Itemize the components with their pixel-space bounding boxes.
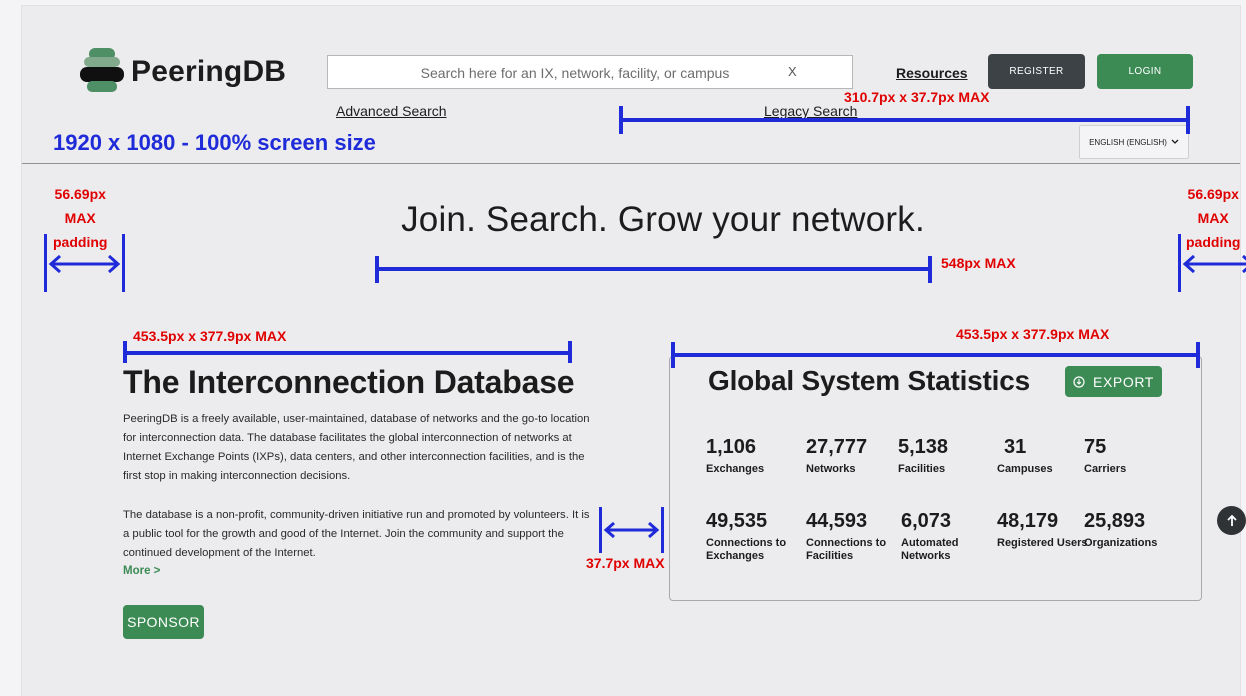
login-button[interactable]: LOGIN xyxy=(1097,54,1193,89)
stats-title: Global System Statistics xyxy=(708,365,1030,396)
stat-value: 75 xyxy=(1084,436,1107,458)
resources-link[interactable]: Resources xyxy=(896,65,968,81)
info-paragraph-2: The database is a non-profit, community-… xyxy=(123,509,590,559)
annotation-headline-tick-left xyxy=(375,256,379,283)
stat-networks: 27,777 Networks xyxy=(806,436,901,476)
annotation-right-box-tick-left xyxy=(671,342,675,368)
annotation-right-box-line xyxy=(673,353,1200,357)
page-frame: PeeringDB Search here for an IX, network… xyxy=(22,6,1246,696)
stat-connections-facilities: 44,593 Connections to Facilities xyxy=(806,510,901,563)
stat-label: Automated Networks xyxy=(901,537,959,562)
annotation-left-box-tick-right xyxy=(568,341,572,363)
stat-carriers: 75 Carriers xyxy=(1084,436,1179,476)
brand-name: PeeringDB xyxy=(131,55,287,88)
annotation-headline-line xyxy=(377,267,931,271)
export-button[interactable]: EXPORT xyxy=(1065,366,1162,397)
search-input[interactable]: Search here for an IX, network, facility… xyxy=(327,55,853,89)
annotation-nav-tick-right xyxy=(1186,106,1190,134)
stat-label: Connections to Exchanges xyxy=(706,537,787,562)
annotation-nav-tick-left xyxy=(619,106,623,134)
stat-value: 44,593 xyxy=(806,510,868,532)
sponsor-button[interactable]: SPONSOR xyxy=(123,605,204,639)
stat-connections-exchanges: 49,535 Connections to Exchanges xyxy=(706,510,801,563)
stat-label: Networks xyxy=(806,463,856,475)
annotation-right-padding-arrow-icon xyxy=(1178,234,1246,292)
advanced-search-link[interactable]: Advanced Search xyxy=(336,103,447,119)
stat-label: Organizations xyxy=(1084,537,1158,549)
stat-value: 5,138 xyxy=(898,436,949,458)
stat-facilities: 5,138 Facilities xyxy=(898,436,993,476)
stat-value: 49,535 xyxy=(706,510,768,532)
stat-value: 25,893 xyxy=(1084,510,1146,532)
stat-value: 1,106 xyxy=(706,436,757,458)
header-divider xyxy=(22,163,1240,164)
stat-label: Facilities xyxy=(898,463,946,475)
stat-label: Connections to Facilities xyxy=(806,537,887,562)
annotation-right-padding-value: 56.69px xyxy=(1187,186,1239,202)
stat-value: 31 xyxy=(1004,436,1027,458)
annotation-right-padding-max: MAX xyxy=(1197,210,1229,226)
arrow-up-icon xyxy=(1226,514,1237,526)
register-button[interactable]: REGISTER xyxy=(988,54,1085,89)
annotation-left-padding-arrow-icon xyxy=(44,234,125,292)
export-label: EXPORT xyxy=(1093,373,1154,390)
stat-value: 27,777 xyxy=(806,436,868,458)
annotation-left-box-tick-left xyxy=(123,341,127,363)
download-icon xyxy=(1073,375,1085,388)
annotation-screen-size: 1920 x 1080 - 100% screen size xyxy=(53,130,376,155)
annotation-headline-max: 548px MAX xyxy=(941,255,1016,271)
annotation-left-box: 453.5px x 377.9px MAX xyxy=(133,328,287,344)
language-select[interactable]: ENGLISH (ENGLISH) xyxy=(1079,125,1189,159)
info-title: The Interconnection Database xyxy=(123,364,575,400)
stat-label: Carriers xyxy=(1084,463,1127,475)
stat-registered-users: 48,179 Registered Users xyxy=(997,510,1092,550)
peeringdb-logo-icon xyxy=(80,48,124,92)
stat-label: Registered Users xyxy=(997,537,1088,549)
search-placeholder: Search here for an IX, network, facility… xyxy=(420,65,730,81)
annotation-headline-tick-right xyxy=(928,256,932,283)
search-clear-button[interactable]: X xyxy=(788,64,797,79)
language-label: ENGLISH (ENGLISH) xyxy=(1089,137,1167,147)
annotation-gap: 37.7px MAX xyxy=(586,555,665,571)
annotation-right-box: 453.5px x 377.9px MAX xyxy=(956,326,1110,342)
stat-exchanges: 1,106 Exchanges xyxy=(706,436,801,476)
stat-label: Exchanges xyxy=(706,463,765,475)
annotation-gap-arrow-icon xyxy=(599,507,664,553)
scroll-to-top-button[interactable] xyxy=(1217,506,1246,535)
stat-automated-networks: 6,073 Automated Networks xyxy=(901,510,996,563)
annotation-left-padding-value: 56.69px xyxy=(54,186,106,202)
stat-label: Campuses xyxy=(997,463,1053,475)
legacy-search-link[interactable]: Legacy Search xyxy=(764,103,857,119)
annotation-nav-line xyxy=(621,118,1189,122)
annotation-nav-max: 310.7px x 37.7px MAX xyxy=(844,89,990,105)
hero-headline: Join. Search. Grow your network. xyxy=(401,200,925,239)
stat-value: 48,179 xyxy=(997,510,1059,532)
info-paragraph-1: PeeringDB is a freely available, user-ma… xyxy=(123,413,590,482)
annotation-left-box-line xyxy=(125,351,572,355)
stat-value: 6,073 xyxy=(901,510,952,532)
more-link[interactable]: More > xyxy=(123,565,160,577)
stat-campuses: 31 Campuses xyxy=(997,436,1092,476)
chevron-down-icon xyxy=(1171,139,1179,144)
stat-organizations: 25,893 Organizations xyxy=(1084,510,1179,550)
annotation-left-padding-max: MAX xyxy=(64,210,96,226)
annotation-right-box-tick-right xyxy=(1196,342,1200,368)
